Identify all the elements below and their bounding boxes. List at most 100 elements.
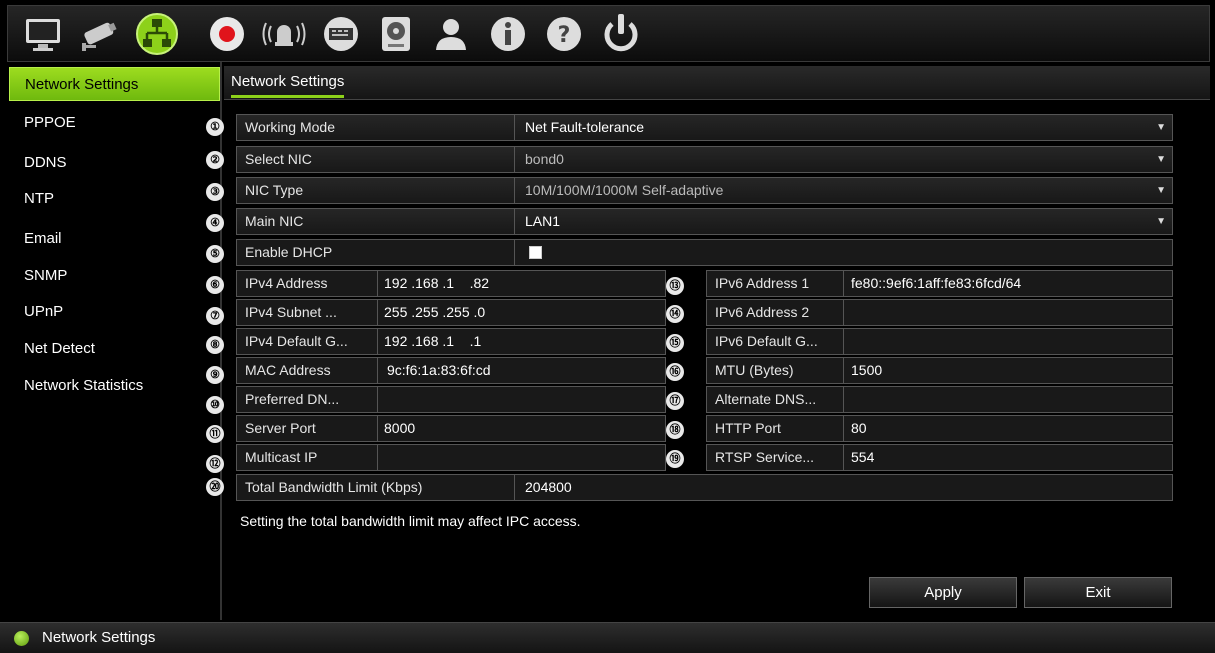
mac-address-label: MAC Address	[245, 362, 331, 378]
ipv4-gateway-label: IPv4 Default G...	[245, 333, 348, 349]
field-divider	[377, 387, 378, 412]
field-divider	[377, 300, 378, 325]
field-divider	[843, 300, 844, 325]
select-nic-value: bond0	[525, 151, 564, 167]
sidebar-item-email[interactable]: Email	[9, 222, 220, 256]
info-icon[interactable]	[485, 11, 531, 57]
sidebar-item-snmp[interactable]: SNMP	[9, 259, 220, 293]
network-icon[interactable]	[134, 11, 180, 57]
sidebar-item-network-statistics[interactable]: Network Statistics	[9, 369, 220, 403]
bandwidth-limit-label: Total Bandwidth Limit (Kbps)	[245, 479, 423, 495]
field-divider	[843, 387, 844, 412]
http-port-field[interactable]: HTTP Port 80	[706, 415, 1173, 442]
field-divider	[377, 358, 378, 383]
callout-number: ⑫	[206, 455, 224, 473]
field-divider	[377, 416, 378, 441]
sidebar-item-net-detect[interactable]: Net Detect	[9, 332, 220, 366]
ipv6-address-1-value: fe80::9ef6:1aff:fe83:6fcd/64	[851, 275, 1022, 291]
callout-number: ⑱	[666, 421, 684, 439]
rtsp-port-value: 554	[851, 449, 875, 465]
http-port-label: HTTP Port	[715, 420, 781, 436]
callout-number: ①	[206, 118, 224, 136]
status-text: Network Settings	[42, 629, 156, 646]
callout-number: ⑭	[666, 305, 684, 323]
tab-network-settings[interactable]: Network Settings	[231, 73, 345, 98]
exit-button[interactable]: Exit	[1024, 577, 1172, 608]
callout-number: ⑪	[206, 425, 224, 443]
status-icon	[14, 631, 29, 646]
rtsp-port-label: RTSP Service...	[715, 449, 815, 465]
ipv4-gateway-value: 192 .168 .1 .1	[384, 333, 482, 349]
alternate-dns-field[interactable]: Alternate DNS...	[706, 386, 1173, 413]
storage-icon[interactable]	[373, 11, 419, 57]
content-header: Network Settings	[224, 66, 1210, 100]
callout-number: ②	[206, 151, 224, 169]
power-icon[interactable]	[598, 11, 644, 57]
sidebar-item-pppoe[interactable]: PPPOE	[9, 106, 220, 140]
preferred-dns-label: Preferred DN...	[245, 391, 340, 407]
ipv4-subnet-field[interactable]: IPv4 Subnet ... 255 .255 .255 .0	[236, 299, 666, 326]
enable-dhcp-checkbox[interactable]	[529, 246, 542, 259]
server-port-field[interactable]: Server Port 8000	[236, 415, 666, 442]
field-divider	[377, 271, 378, 296]
field-divider	[514, 115, 515, 140]
main-nic-select[interactable]: Main NIC LAN1 ▼	[236, 208, 1173, 235]
callout-number: ⑨	[206, 366, 224, 384]
mtu-label: MTU (Bytes)	[715, 362, 794, 378]
field-divider	[843, 358, 844, 383]
bandwidth-limit-field[interactable]: Total Bandwidth Limit (Kbps) 204800	[236, 474, 1173, 501]
help-icon[interactable]: ?	[541, 11, 587, 57]
chevron-down-icon: ▼	[1156, 216, 1166, 227]
field-divider	[843, 271, 844, 296]
mtu-field[interactable]: MTU (Bytes) 1500	[706, 357, 1173, 384]
rtsp-port-field[interactable]: RTSP Service... 554	[706, 444, 1173, 471]
record-icon[interactable]	[204, 11, 250, 57]
ipv4-subnet-value: 255 .255 .255 .0	[384, 304, 486, 320]
field-divider	[377, 445, 378, 470]
server-port-label: Server Port	[245, 420, 316, 436]
multicast-ip-field[interactable]: Multicast IP	[236, 444, 666, 471]
ipv4-address-field[interactable]: IPv4 Address 192 .168 .1 .82	[236, 270, 666, 297]
select-nic-select[interactable]: Select NIC bond0 ▼	[236, 146, 1173, 173]
sidebar-item-network-settings[interactable]: Network Settings	[9, 67, 220, 101]
nic-type-select[interactable]: NIC Type 10M/100M/1000M Self-adaptive ▼	[236, 177, 1173, 204]
sidebar-item-upnp[interactable]: UPnP	[9, 295, 220, 329]
field-divider	[843, 416, 844, 441]
enable-dhcp-label: Enable DHCP	[245, 244, 333, 260]
devices-icon[interactable]	[318, 11, 364, 57]
callout-number: ⑬	[666, 277, 684, 295]
camera-icon[interactable]	[76, 11, 122, 57]
field-divider	[514, 475, 515, 500]
callout-number: ③	[206, 183, 224, 201]
preferred-dns-field[interactable]: Preferred DN...	[236, 386, 666, 413]
ipv6-address-2-field: IPv6 Address 2	[706, 299, 1173, 326]
apply-button[interactable]: Apply	[869, 577, 1017, 608]
main-nic-value: LAN1	[525, 213, 561, 229]
ipv6-gateway-field: IPv6 Default G...	[706, 328, 1173, 355]
mac-address-field: MAC Address 9c:f6:1a:83:6f:cd	[236, 357, 666, 384]
field-divider	[514, 240, 515, 265]
field-divider	[377, 329, 378, 354]
chevron-down-icon: ▼	[1156, 154, 1166, 165]
ipv4-gateway-field[interactable]: IPv4 Default G... 192 .168 .1 .1	[236, 328, 666, 355]
field-divider	[514, 209, 515, 234]
callout-number: ⑲	[666, 450, 684, 468]
callout-number: ⑤	[206, 245, 224, 263]
mac-address-value: 9c:f6:1a:83:6f:cd	[387, 362, 491, 378]
sidebar-item-ntp[interactable]: NTP	[9, 182, 220, 216]
working-mode-label: Working Mode	[245, 119, 336, 135]
alarm-icon[interactable]	[261, 11, 307, 57]
monitor-icon[interactable]	[20, 11, 66, 57]
ipv6-address-2-label: IPv6 Address 2	[715, 304, 810, 320]
bandwidth-hint: Setting the total bandwidth limit may af…	[240, 513, 581, 529]
sidebar: Network Settings PPPOE DDNS NTP Email SN…	[7, 62, 222, 620]
multicast-ip-label: Multicast IP	[245, 449, 318, 465]
nic-type-value: 10M/100M/1000M Self-adaptive	[525, 182, 724, 198]
user-icon[interactable]	[428, 11, 474, 57]
sidebar-item-ddns[interactable]: DDNS	[9, 146, 220, 180]
working-mode-value: Net Fault-tolerance	[525, 119, 645, 135]
nic-type-label: NIC Type	[245, 182, 304, 198]
chevron-down-icon: ▼	[1156, 122, 1166, 133]
field-divider	[514, 178, 515, 203]
working-mode-select[interactable]: Working Mode Net Fault-tolerance ▼	[236, 114, 1173, 141]
